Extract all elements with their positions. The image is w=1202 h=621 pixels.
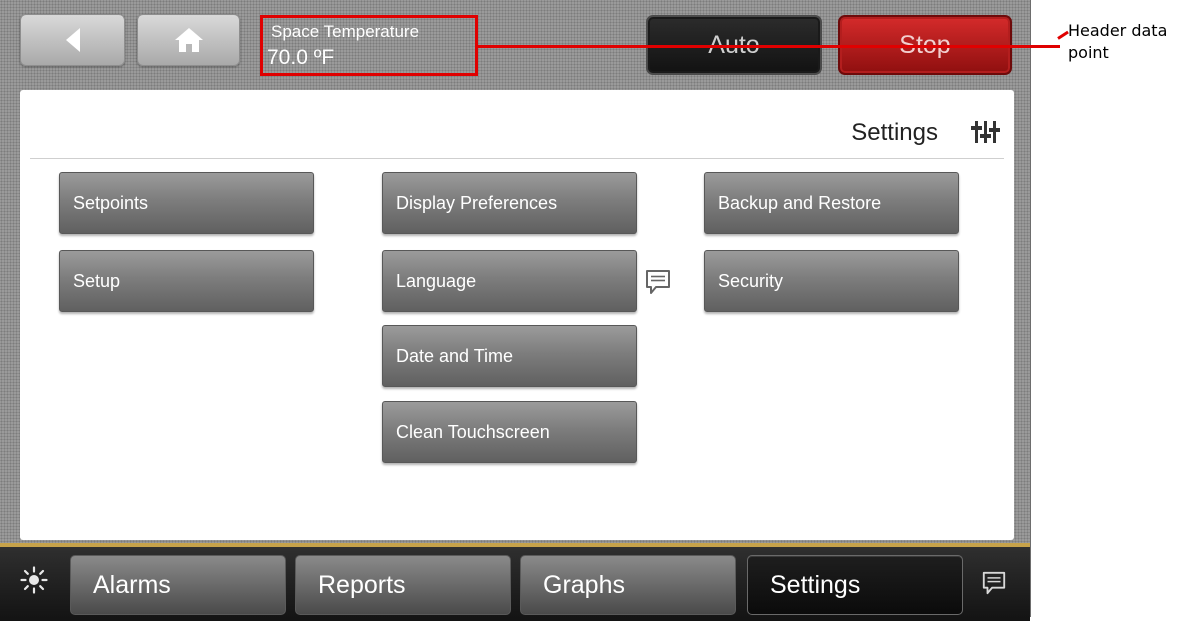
tab-alarms[interactable]: Alarms xyxy=(70,555,286,615)
tab-settings[interactable]: Settings xyxy=(747,555,963,615)
tab-graphs[interactable]: Graphs xyxy=(520,555,736,615)
back-button[interactable] xyxy=(20,14,125,66)
divider xyxy=(30,158,1004,159)
page-title: Settings xyxy=(851,119,938,146)
back-arrow-icon xyxy=(65,28,80,52)
display-preferences-button[interactable]: Display Preferences xyxy=(382,172,637,234)
callout-line xyxy=(478,45,1060,48)
language-button[interactable]: Language xyxy=(382,250,637,312)
chat-bubble-icon[interactable] xyxy=(644,268,672,301)
callout-label: Header data point xyxy=(1068,21,1168,62)
tab-reports[interactable]: Reports xyxy=(295,555,511,615)
date-and-time-button[interactable]: Date and Time xyxy=(382,325,637,387)
data-point-value: 70.0 ºF xyxy=(267,46,335,69)
bottom-navigation: Alarms Reports Graphs Settings xyxy=(0,543,1030,621)
setpoints-button[interactable]: Setpoints xyxy=(59,172,314,234)
settings-panel: Settings Setpoints Setup Display Prefere… xyxy=(20,90,1014,540)
home-button[interactable] xyxy=(137,14,240,66)
data-point-label: Space Temperature xyxy=(271,22,420,41)
settings-sliders-icon xyxy=(970,119,1002,150)
home-icon xyxy=(174,28,203,52)
chat-bubble-icon[interactable] xyxy=(981,570,1007,601)
security-button[interactable]: Security xyxy=(704,250,959,312)
setup-button[interactable]: Setup xyxy=(59,250,314,312)
backup-and-restore-button[interactable]: Backup and Restore xyxy=(704,172,959,234)
clean-touchscreen-button[interactable]: Clean Touchscreen xyxy=(382,401,637,463)
brightness-icon[interactable] xyxy=(20,566,48,599)
header-data-point[interactable]: Space Temperature 70.0 ºF xyxy=(260,15,478,76)
touchscreen: Space Temperature 70.0 ºF Auto Stop Sett… xyxy=(0,0,1031,621)
